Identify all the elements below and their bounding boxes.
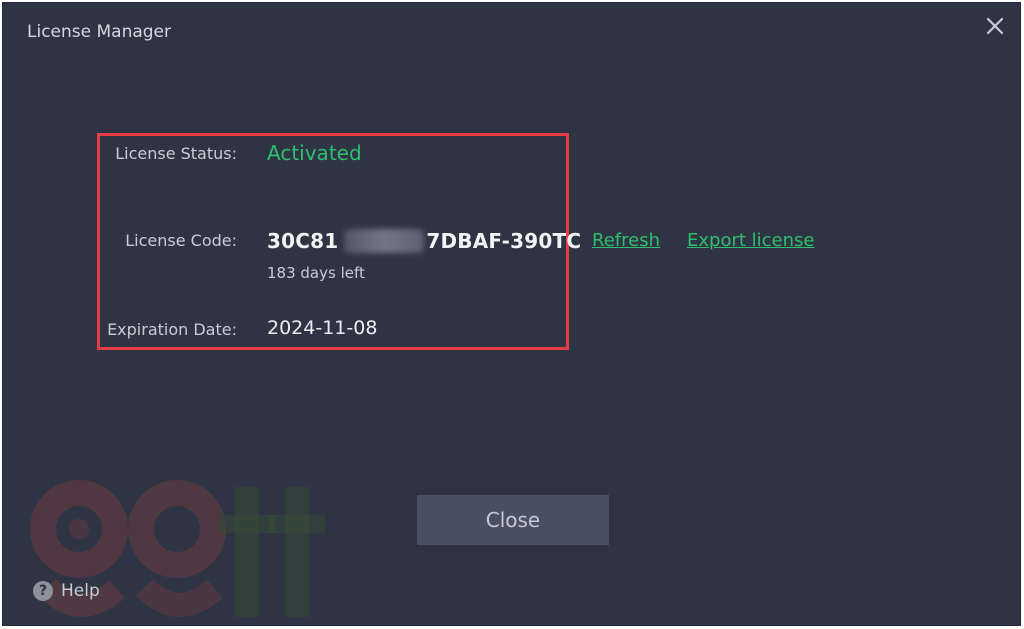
expiration-date-value: 2024-11-08 xyxy=(267,317,378,339)
refresh-link[interactable]: Refresh xyxy=(592,230,660,251)
redacted-blur xyxy=(344,229,425,253)
expiration-date-label: Expiration Date: xyxy=(107,320,237,339)
days-left-text: 183 days left xyxy=(267,264,365,282)
close-button[interactable]: Close xyxy=(417,495,609,545)
question-circle-icon: ? xyxy=(33,581,53,601)
help-label: Help xyxy=(61,581,100,601)
close-icon[interactable] xyxy=(984,15,1006,37)
license-code-label: License Code: xyxy=(125,231,237,250)
license-code-suffix: 7DBAF-390TC xyxy=(426,229,582,253)
license-code-value: 30C81 7DBAF-390TC xyxy=(267,229,581,253)
license-status-label: License Status: xyxy=(115,144,237,163)
window-title: License Manager xyxy=(27,22,172,42)
help-button[interactable]: ? Help xyxy=(33,581,100,601)
export-license-link[interactable]: Export license xyxy=(687,230,814,251)
license-status-value: Activated xyxy=(267,141,362,165)
license-manager-dialog: License Manager License Status: Activate… xyxy=(2,2,1021,626)
watermark-logo xyxy=(30,480,325,617)
license-code-prefix: 30C81 xyxy=(267,229,339,253)
